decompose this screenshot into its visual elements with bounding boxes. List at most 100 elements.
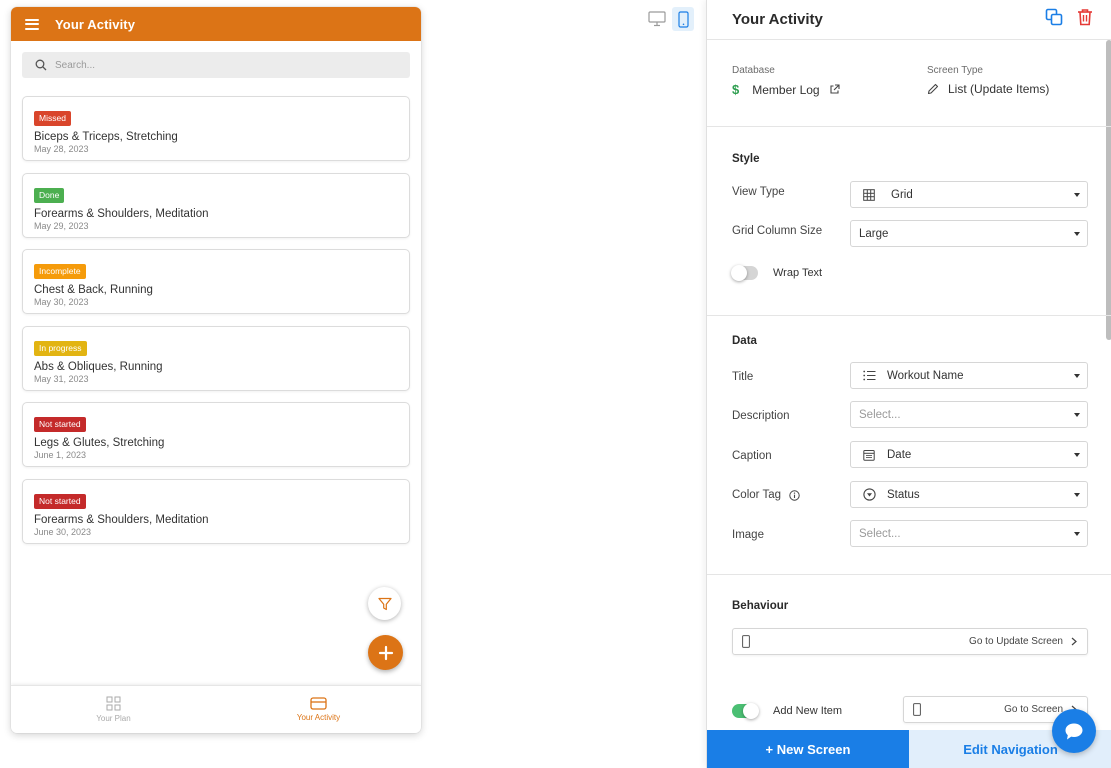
duplicate-icon[interactable] <box>1045 8 1063 26</box>
panel-scroll-area[interactable]: Database $ Member Log Screen Type List (… <box>707 40 1111 730</box>
status-badge: Not started <box>34 417 86 433</box>
image-label: Image <box>732 529 764 541</box>
panel-footer: + New Screen Edit Navigation <box>707 730 1111 768</box>
filter-button[interactable] <box>368 587 401 620</box>
search-icon <box>35 59 47 71</box>
chevron-down-icon <box>1074 232 1080 236</box>
view-type-select[interactable]: Grid <box>850 181 1088 208</box>
style-section-title: Style <box>732 153 760 165</box>
nav-label: Your Activity <box>296 713 341 722</box>
activity-list: Missed Biceps & Triceps, Stretching May … <box>22 96 410 556</box>
item-date: June 1, 2023 <box>34 450 87 461</box>
plus-icon <box>378 645 393 660</box>
screen-type-value: List (Update Items) <box>948 82 1050 96</box>
go-to-screen-link-label: Go to Screen <box>1004 704 1063 715</box>
new-screen-button[interactable]: + New Screen <box>707 730 909 768</box>
nav-label: Your Plan <box>96 714 131 723</box>
phone-preview: Your Activity Missed Biceps & Triceps, S… <box>11 7 421 733</box>
database-value: Member Log <box>752 82 820 97</box>
data-section: Data Title Workout Name Description Sele… <box>707 316 1111 575</box>
list-icon <box>863 370 876 381</box>
title-value: Workout Name <box>887 369 964 382</box>
caption-value: Date <box>887 448 912 461</box>
list-item[interactable]: Not started Forearms & Shoulders, Medita… <box>22 478 410 544</box>
mobile-view-button[interactable] <box>672 7 694 31</box>
database-label: Database <box>732 65 775 76</box>
add-item-button[interactable] <box>368 635 403 670</box>
item-date: May 29, 2023 <box>34 220 89 231</box>
status-badge: Done <box>34 187 65 203</box>
item-title: Chest & Back, Running <box>34 284 153 297</box>
chevron-down-icon <box>1074 374 1080 378</box>
trash-icon[interactable] <box>1077 8 1093 26</box>
device-toggle <box>646 7 694 31</box>
list-item[interactable]: Not started Legs & Glutes, Stretching Ju… <box>22 402 410 468</box>
style-section: Style View Type Grid Grid Column Size La… <box>707 127 1111 316</box>
color-tag-select[interactable]: Status <box>850 481 1088 508</box>
item-title: Forearms & Shoulders, Meditation <box>34 513 209 526</box>
pencil-icon <box>927 83 939 95</box>
search-input[interactable] <box>55 59 355 71</box>
desktop-icon <box>648 11 666 27</box>
mobile-icon <box>913 703 921 716</box>
description-label: Description <box>732 410 790 422</box>
chevron-down-icon <box>1074 532 1080 536</box>
item-title: Abs & Obliques, Running <box>34 360 163 373</box>
screen-meta-section: Database $ Member Log Screen Type List (… <box>707 40 1111 127</box>
nav-item-your-activity[interactable]: Your Activity <box>216 686 421 733</box>
status-badge: Incomplete <box>34 264 86 280</box>
external-link-icon[interactable] <box>829 84 840 95</box>
nav-item-your-plan[interactable]: Your Plan <box>11 686 216 733</box>
view-type-label: View Type <box>732 186 785 198</box>
list-item[interactable]: In progress Abs & Obliques, Running May … <box>22 325 410 391</box>
search-bar[interactable] <box>22 52 410 78</box>
list-item[interactable]: Done Forearms & Shoulders, Meditation Ma… <box>22 172 410 238</box>
bottom-navigation: Your Plan Your Activity <box>11 685 421 733</box>
chat-button[interactable] <box>1052 709 1096 753</box>
update-screen-link[interactable]: Go to Update Screen <box>732 628 1088 655</box>
list-item[interactable]: Incomplete Chest & Back, Running May 30,… <box>22 249 410 315</box>
chevron-down-icon <box>1074 493 1080 497</box>
chevron-right-icon <box>1071 637 1077 646</box>
status-badge: In progress <box>34 340 87 356</box>
dollar-icon: $ <box>732 82 740 97</box>
list-item[interactable]: Missed Biceps & Triceps, Stretching May … <box>22 96 410 161</box>
data-section-title: Data <box>732 335 757 347</box>
image-select[interactable]: Select... <box>850 520 1088 547</box>
mobile-icon <box>742 635 750 648</box>
image-value: Select... <box>859 527 901 540</box>
grid-column-size-value: Large <box>859 227 889 240</box>
item-date: June 30, 2023 <box>34 526 92 537</box>
grid-column-size-select[interactable]: Large <box>850 220 1088 247</box>
chevron-down-icon <box>1074 193 1080 197</box>
chevron-down-icon <box>1074 453 1080 457</box>
description-select[interactable]: Select... <box>850 401 1088 428</box>
title-select[interactable]: Workout Name <box>850 362 1088 389</box>
grid-column-size-label: Grid Column Size <box>732 225 823 237</box>
description-value: Select... <box>859 408 901 421</box>
caption-select[interactable]: Date <box>850 441 1088 468</box>
status-icon <box>863 488 876 501</box>
mobile-icon <box>677 10 689 28</box>
behaviour-section: Behaviour Go to Update Screen Add New It… <box>707 575 1111 730</box>
grid-table-icon <box>863 188 875 201</box>
chevron-down-icon <box>1074 413 1080 417</box>
title-label: Title <box>732 371 754 383</box>
wrap-text-toggle[interactable] <box>731 265 758 281</box>
desktop-view-button[interactable] <box>646 7 668 31</box>
menu-icon[interactable] <box>25 18 39 30</box>
item-title: Biceps & Triceps, Stretching <box>34 131 178 143</box>
info-icon[interactable] <box>789 489 800 501</box>
add-new-item-toggle[interactable] <box>732 703 759 719</box>
filter-icon <box>377 597 392 610</box>
item-date: May 30, 2023 <box>34 297 89 308</box>
behaviour-section-title: Behaviour <box>732 600 789 612</box>
wrap-text-label: Wrap Text <box>773 267 823 279</box>
caption-label: Caption <box>732 450 772 462</box>
panel-header: Your Activity <box>707 0 1111 40</box>
item-date: May 28, 2023 <box>34 144 89 154</box>
grid-icon <box>106 696 121 711</box>
chat-icon <box>1065 723 1083 739</box>
app-screen-title: Your Activity <box>55 16 136 32</box>
color-tag-value: Status <box>887 488 920 501</box>
